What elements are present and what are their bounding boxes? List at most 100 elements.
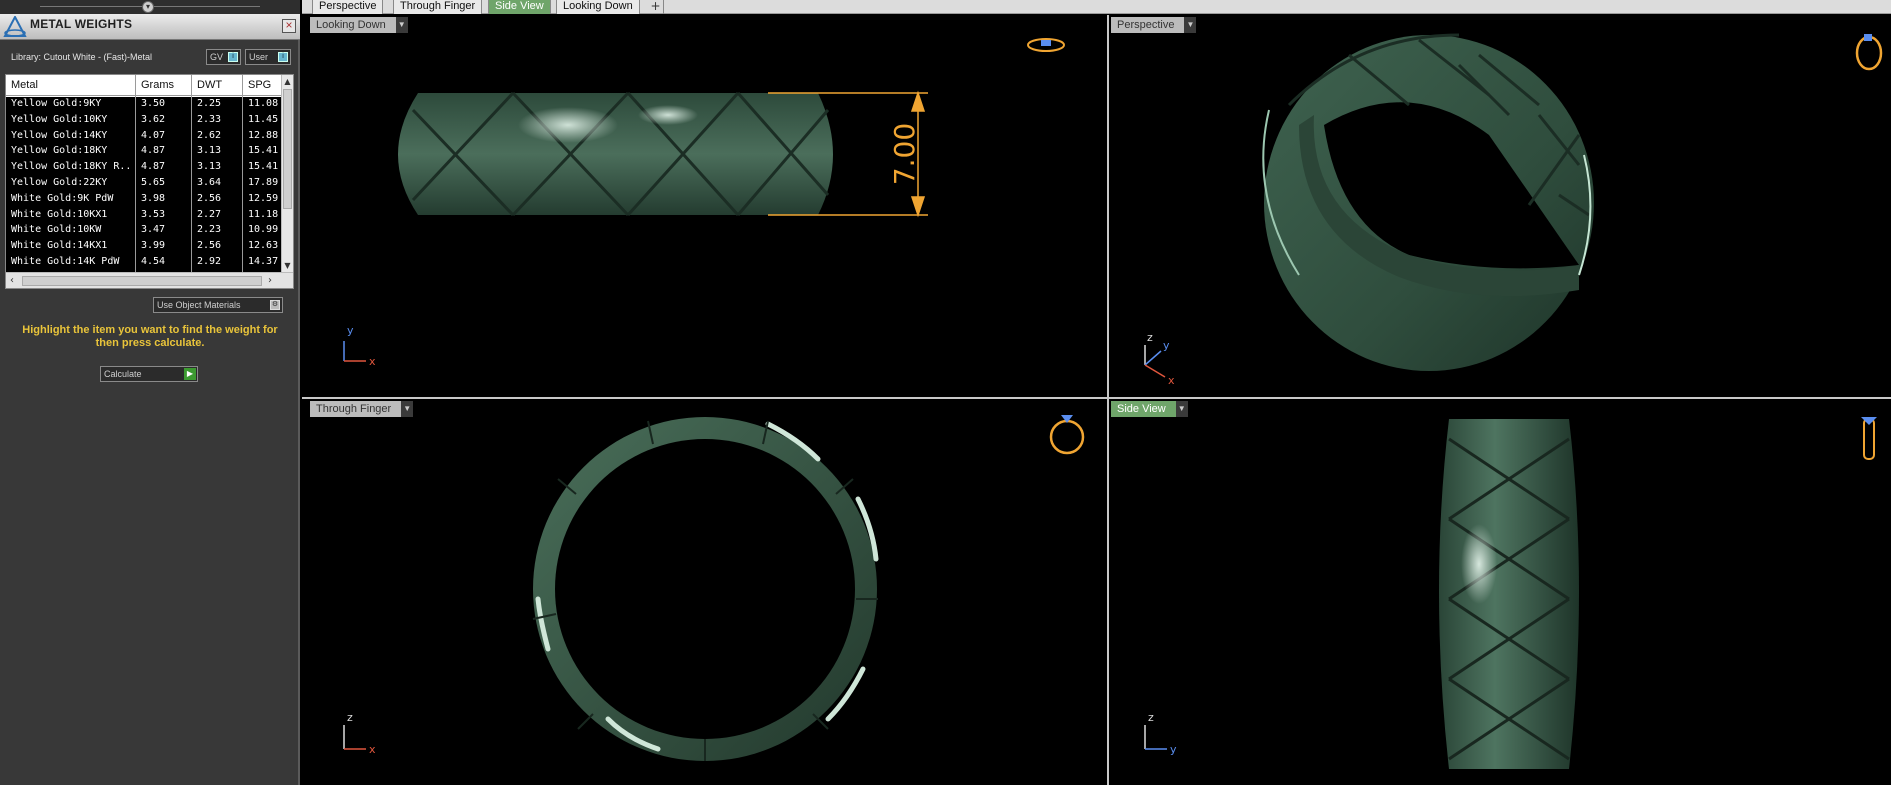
gv-label: GV [210, 52, 224, 62]
table-row[interactable]: Yellow Gold:9KY 3.50 2.25 11.08 [6, 97, 282, 113]
table-row[interactable]: Yellow Gold:18KY R... 4.87 3.13 15.41 [6, 160, 282, 176]
table-row[interactable]: White Gold:9K PdW 3.98 2.56 12.59 [6, 191, 282, 208]
cell-metal: White Gold:14K PdW [11, 255, 120, 267]
cell-grams: 5.65 [141, 176, 166, 188]
ring-front-view: z x [343, 415, 1085, 761]
horizontal-scroll-thumb[interactable] [22, 276, 262, 286]
table-row[interactable]: Yellow Gold:10KY 3.62 2.33 11.45 [6, 112, 282, 129]
table-row[interactable]: Yellow Gold:22KY 5.65 3.64 17.89 [6, 175, 282, 192]
chevron-down-icon[interactable]: ▼ [1184, 17, 1197, 33]
tab-side-view[interactable]: Side View [488, 0, 551, 14]
column-header-spg[interactable]: SPG [248, 79, 271, 91]
table-row[interactable]: Yellow Gold:14KY 4.07 2.62 12.88 [6, 128, 282, 145]
column-header-grams[interactable]: Grams [141, 79, 174, 91]
table-row[interactable]: White Gold:14K PdW 4.54 2.92 14.37 [6, 254, 282, 271]
cell-spg: 12.63 [248, 240, 279, 252]
viewport-menu-perspective[interactable]: Perspective ▼ [1111, 17, 1197, 33]
panel-header: METAL WEIGHTS × [0, 14, 300, 40]
chevron-down-icon[interactable]: ▼ [401, 401, 414, 417]
scroll-left-icon[interactable]: ‹ [10, 275, 14, 286]
viewport-perspective[interactable]: z y x Perspective ▼ [1109, 15, 1891, 397]
cell-grams: 3.53 [141, 208, 166, 220]
calculate-button[interactable]: Calculate ▶ [100, 366, 198, 382]
cell-grams: 4.87 [141, 161, 166, 173]
gv-button[interactable]: GV i [206, 49, 241, 65]
cell-spg: 11.18 [248, 208, 279, 220]
chevron-down-icon[interactable]: ▼ [1175, 401, 1188, 417]
scroll-down-icon[interactable]: ▼ [282, 260, 293, 271]
collapse-icon[interactable]: ▾ [142, 1, 154, 13]
cell-grams: 3.50 [141, 98, 166, 109]
view-orientation-icon[interactable] [1855, 34, 1883, 71]
svg-text:x: x [1168, 374, 1175, 387]
cell-metal: Yellow Gold:9KY [11, 98, 102, 109]
svg-text:y: y [1170, 743, 1177, 756]
user-button[interactable]: User i [245, 49, 291, 65]
add-tab-icon[interactable]: + [648, 0, 664, 14]
column-header-metal[interactable]: Metal [11, 79, 38, 91]
app-logo-icon [3, 16, 27, 37]
cell-spg: 14.37 [248, 255, 279, 267]
tab-perspective[interactable]: Perspective [312, 0, 384, 14]
viewport-menu-through-finger[interactable]: Through Finger ▼ [310, 401, 414, 417]
viewport-side-view[interactable]: z y Side View ▼ [1109, 399, 1891, 785]
panel-resize-handle[interactable]: ▾ [0, 0, 300, 14]
table-row[interactable]: White Gold:10KW 3.47 2.23 10.99 [6, 223, 282, 240]
vertical-scrollbar[interactable]: ▲ ▼ [281, 75, 293, 272]
cell-grams: 3.62 [141, 113, 166, 125]
dimension-value: 7.00 [888, 123, 921, 185]
close-icon[interactable]: × [282, 19, 296, 33]
ring-side-view: z y [1144, 417, 1877, 769]
cell-metal: Yellow Gold:14KY [11, 129, 108, 141]
view-orientation-icon[interactable] [1027, 38, 1065, 52]
cell-metal: Yellow Gold:18KY R... [11, 161, 133, 173]
metal-weights-panel: ▾ METAL WEIGHTS × Library: Cutout White … [0, 0, 300, 785]
viewport-looking-down[interactable]: 7.00 y x Looking Down ▼ [308, 15, 1107, 397]
use-object-materials-checkbox[interactable]: Use Object Materials ⚙ [153, 297, 283, 313]
tab-looking-down[interactable]: Looking Down [556, 0, 640, 14]
info-icon: i [278, 52, 288, 62]
info-icon: i [228, 52, 238, 62]
ring-perspective-view: z y x [1144, 33, 1883, 387]
scroll-thumb[interactable] [283, 89, 292, 209]
cell-metal: White Gold:10KX1 [11, 208, 108, 220]
axis-triad: z y [1144, 711, 1177, 756]
library-name: Library: Cutout White - (Fast)-Metal [11, 52, 153, 62]
app-window: ▾ METAL WEIGHTS × Library: Cutout White … [0, 0, 1891, 785]
panel-title: METAL WEIGHTS [30, 17, 133, 31]
view-orientation-icon[interactable] [1861, 417, 1877, 460]
cell-grams: 3.99 [141, 240, 166, 252]
calculate-label: Calculate [104, 369, 142, 379]
viewport-splitter-vertical[interactable] [1107, 15, 1109, 785]
cell-grams: 3.47 [141, 224, 166, 236]
cell-metal: White Gold:9K PdW [11, 192, 114, 204]
cell-metal: Yellow Gold:22KY [11, 176, 108, 188]
table-row[interactable]: Yellow Gold:18KY 4.87 3.13 15.41 [6, 144, 282, 161]
cell-grams: 4.54 [141, 255, 166, 267]
svg-text:x: x [369, 743, 376, 756]
cell-spg: 15.41 [248, 145, 279, 157]
viewport-menu-looking-down[interactable]: Looking Down ▼ [310, 17, 408, 33]
svg-text:z: z [1148, 711, 1154, 724]
horizontal-scrollbar[interactable]: ‹ › [6, 272, 293, 288]
cell-spg: 15.41 [248, 161, 279, 173]
column-header-dwt[interactable]: DWT [197, 79, 222, 91]
viewport-splitter-horizontal[interactable] [302, 397, 1891, 399]
svg-text:y: y [347, 324, 354, 337]
ring-top-view: 7.00 y x [343, 38, 1065, 368]
viewport-through-finger[interactable]: z x Through Finger ▼ [308, 399, 1107, 785]
checkbox-icon[interactable]: ⚙ [270, 300, 280, 310]
viewport-menu-side-view[interactable]: Side View ▼ [1111, 401, 1188, 417]
chevron-down-icon[interactable]: ▼ [395, 17, 408, 33]
play-icon[interactable]: ▶ [184, 368, 196, 380]
tab-through-finger[interactable]: Through Finger [393, 0, 483, 14]
table-row[interactable]: White Gold:10KX1 3.53 2.27 11.18 [6, 207, 282, 224]
cell-metal: White Gold:10KW [11, 224, 102, 236]
cell-grams: 4.87 [141, 145, 166, 157]
viewport-tab-strip: Perspective Through Finger Side View Loo… [302, 0, 1891, 14]
scroll-up-icon[interactable]: ▲ [282, 76, 293, 87]
view-orientation-icon[interactable] [1049, 415, 1085, 455]
cell-metal: White Gold:14KX1 [11, 240, 108, 252]
table-row[interactable]: White Gold:14KX1 3.99 2.56 12.63 [6, 239, 282, 255]
scroll-right-icon[interactable]: › [268, 275, 272, 286]
